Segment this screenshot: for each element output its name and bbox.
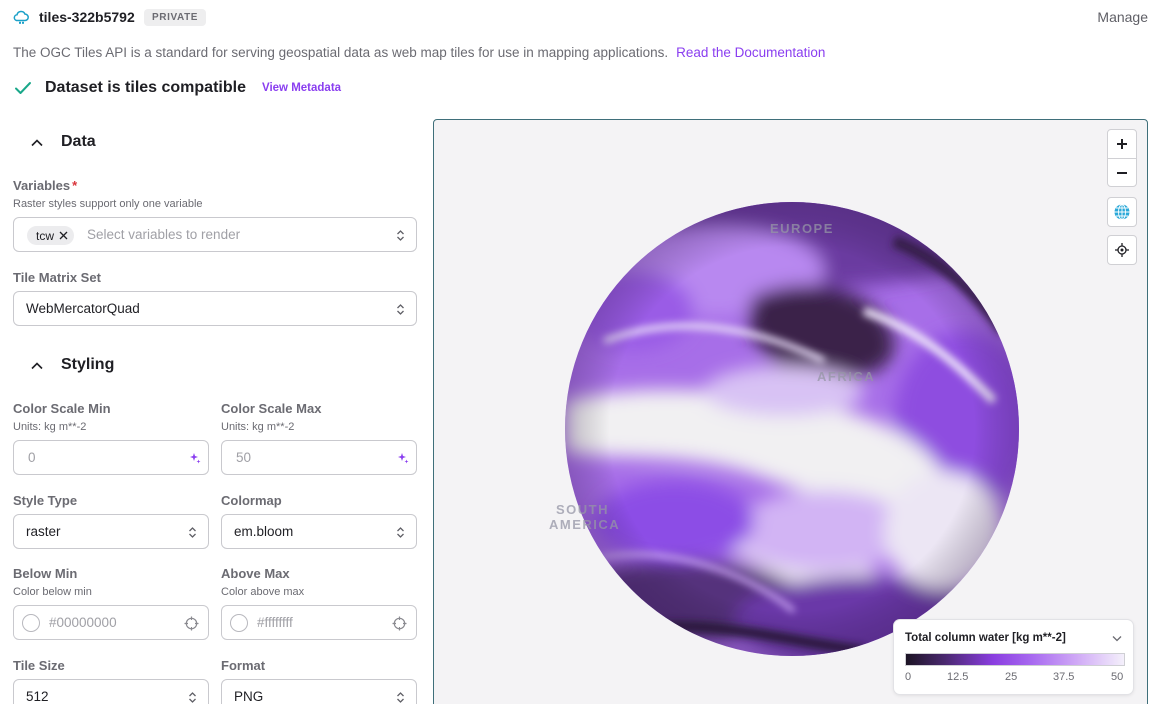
above-max-placeholder: #ffffffff xyxy=(257,615,293,630)
legend-color-ramp xyxy=(905,653,1125,666)
variables-help: Raster styles support only one variable xyxy=(13,198,203,210)
compatibility-status: Dataset is tiles compatible xyxy=(45,79,246,96)
variables-placeholder: Select variables to render xyxy=(87,227,241,242)
color-scale-min-units: Units: kg m**-2 xyxy=(13,421,87,433)
manage-link[interactable]: Manage xyxy=(1097,9,1148,25)
zoom-in-button[interactable] xyxy=(1108,130,1136,158)
map-legend: Total column water [kg m**-2] 0 12.5 25 … xyxy=(894,620,1133,694)
chevron-up-icon xyxy=(31,139,43,147)
view-metadata-link[interactable]: View Metadata xyxy=(262,82,341,94)
style-type-label: Style Type xyxy=(13,493,78,508)
projection-toggle-button[interactable] xyxy=(1108,198,1136,226)
empty-circle-icon xyxy=(22,614,40,632)
up-down-chevron-icon xyxy=(397,230,404,241)
style-type-value: raster xyxy=(26,524,61,539)
above-max-label: Above Max xyxy=(221,566,290,581)
legend-tick: 50 xyxy=(1111,671,1124,683)
description-text: The OGC Tiles API is a standard for serv… xyxy=(13,45,669,60)
below-min-color-input[interactable]: #00000000 xyxy=(13,605,209,640)
color-scale-max-input[interactable]: 50 xyxy=(221,440,417,475)
variables-label: Variables * xyxy=(13,178,78,193)
legend-tick: 0 xyxy=(905,671,912,683)
empty-circle-icon xyxy=(230,614,248,632)
minus-icon xyxy=(1117,171,1127,174)
locate-icon xyxy=(1115,243,1129,257)
up-down-chevron-icon xyxy=(397,527,404,538)
zoom-controls xyxy=(1107,129,1137,187)
crosshair-icon[interactable] xyxy=(392,616,407,631)
chevron-down-icon[interactable] xyxy=(1112,635,1122,642)
legend-tick: 12.5 xyxy=(947,671,969,683)
colormap-label: Colormap xyxy=(221,493,282,508)
map-viewer[interactable]: EUROPE AFRICA SOUTH AMERICA Total column… xyxy=(433,119,1148,704)
colormap-select[interactable]: em.bloom xyxy=(221,514,417,549)
color-scale-max-placeholder: 50 xyxy=(236,450,252,465)
map-label-south: SOUTH xyxy=(556,502,609,517)
zoom-out-button[interactable] xyxy=(1108,158,1136,186)
variable-chip-label: tcw xyxy=(36,228,54,243)
repo-name[interactable]: tiles-322b5792 xyxy=(39,9,135,25)
up-down-chevron-icon xyxy=(189,527,196,538)
data-section-title: Data xyxy=(61,133,96,150)
up-down-chevron-icon xyxy=(397,304,404,315)
globe-tile-layer[interactable] xyxy=(564,201,1020,657)
locate-control xyxy=(1107,235,1137,265)
check-icon xyxy=(15,82,31,94)
sparkle-icon[interactable] xyxy=(397,452,409,464)
variable-chip: tcw xyxy=(27,226,74,245)
chevron-up-icon xyxy=(31,362,43,370)
color-scale-max-units: Units: kg m**-2 xyxy=(221,421,295,433)
visibility-badge: PRIVATE xyxy=(144,9,207,26)
required-mark: * xyxy=(72,178,78,193)
description: The OGC Tiles API is a standard for serv… xyxy=(13,45,825,60)
sparkle-icon[interactable] xyxy=(189,452,201,464)
below-min-label: Below Min xyxy=(13,566,78,581)
below-min-help: Color below min xyxy=(13,586,92,598)
legend-tick: 25 xyxy=(1005,671,1018,683)
tile-matrix-set-label: Tile Matrix Set xyxy=(13,270,101,285)
colormap-value: em.bloom xyxy=(234,524,294,539)
format-select[interactable]: PNG xyxy=(221,679,417,704)
color-scale-min-input[interactable]: 0 xyxy=(13,440,209,475)
color-scale-max-label: Color Scale Max xyxy=(221,401,322,416)
globe-icon xyxy=(1114,204,1130,220)
map-label-america: AMERICA xyxy=(549,517,621,532)
close-icon[interactable] xyxy=(59,231,68,240)
documentation-link[interactable]: Read the Documentation xyxy=(676,45,825,60)
tile-size-value: 512 xyxy=(26,689,49,704)
color-scale-min-label: Color Scale Min xyxy=(13,401,111,416)
cloud-tiles-icon xyxy=(13,10,29,24)
above-max-help: Color above max xyxy=(221,586,305,598)
up-down-chevron-icon xyxy=(189,692,196,703)
top-bar: tiles-322b5792 PRIVATE Manage xyxy=(0,0,1156,36)
style-type-select[interactable]: raster xyxy=(13,514,209,549)
above-max-color-input[interactable]: #ffffffff xyxy=(221,605,417,640)
legend-tick: 37.5 xyxy=(1053,671,1075,683)
locate-button[interactable] xyxy=(1108,236,1136,264)
crosshair-icon[interactable] xyxy=(184,616,199,631)
tile-matrix-set-value: WebMercatorQuad xyxy=(26,301,140,316)
format-value: PNG xyxy=(234,689,264,704)
color-scale-min-placeholder: 0 xyxy=(28,450,36,465)
styling-section-title: Styling xyxy=(61,356,115,373)
legend-title: Total column water [kg m**-2] xyxy=(905,632,1066,644)
tile-size-select[interactable]: 512 xyxy=(13,679,209,704)
format-label: Format xyxy=(221,658,266,673)
up-down-chevron-icon xyxy=(397,692,404,703)
tile-size-label: Tile Size xyxy=(13,658,65,673)
variables-select[interactable]: tcw Select variables to render xyxy=(13,217,417,252)
tile-matrix-set-select[interactable]: WebMercatorQuad xyxy=(13,291,417,326)
below-min-placeholder: #00000000 xyxy=(49,615,117,630)
map-label-europe: EUROPE xyxy=(770,221,834,236)
projection-control xyxy=(1107,197,1137,227)
map-label-africa: AFRICA xyxy=(817,369,876,384)
plus-icon xyxy=(1117,139,1127,149)
